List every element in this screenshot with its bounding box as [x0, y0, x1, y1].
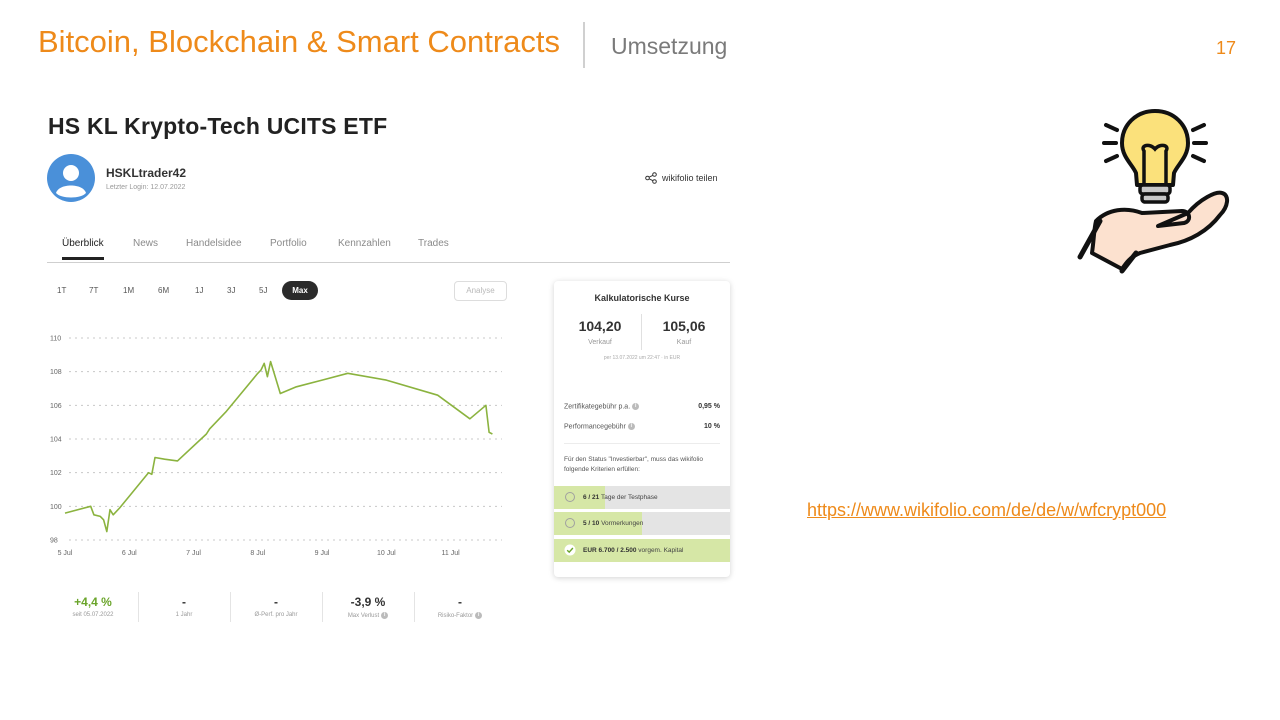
- stat-avg-perf-label: Ø-Perf. pro Jahr: [254, 612, 298, 618]
- share-label: wikifolio teilen: [662, 173, 718, 183]
- y-tick-label: 108: [50, 369, 62, 376]
- criterion-label: EUR 6.700 / 2.500 vorgem. Kapital: [583, 539, 683, 562]
- fee-value-performance: 10 %: [704, 423, 720, 430]
- criterion-reservations: 5 / 10 Vormerkungen: [554, 512, 730, 535]
- price-chart: 98 100 102 104 106 108 110 5 Jul 6 Jul 7 Jul 8 Jul…: [50, 336, 502, 557]
- range-1m[interactable]: 1M: [123, 286, 134, 295]
- trader-name[interactable]: HSKLtrader42: [106, 166, 186, 180]
- y-tick-label: 98: [50, 538, 58, 545]
- tab-kennzahlen[interactable]: Kennzahlen: [338, 238, 391, 249]
- slide-title: Bitcoin, Blockchain & Smart Contracts: [38, 24, 561, 59]
- x-tick-label: 5 Jul: [58, 550, 73, 557]
- tab-bar: Überblick News Handelsidee Portfolio Ken…: [47, 235, 730, 263]
- criterion-capital: EUR 6.700 / 2.500 vorgem. Kapital: [554, 539, 730, 562]
- range-1j[interactable]: 1J: [195, 286, 203, 295]
- buy-label: Kauf: [676, 339, 692, 346]
- active-tab-indicator: [62, 257, 104, 260]
- share-icon: [645, 172, 657, 184]
- card-divider: [564, 443, 720, 444]
- share-button[interactable]: wikifolio teilen: [645, 172, 718, 184]
- tab-trades[interactable]: Trades: [418, 238, 449, 249]
- x-tick-label: 11 Jul: [442, 550, 461, 557]
- slide-subtitle: Umsetzung: [611, 33, 728, 59]
- info-icon[interactable]: i: [381, 612, 389, 619]
- y-tick-label: 106: [50, 403, 62, 410]
- lightbulb-hand-icon: [1077, 109, 1229, 274]
- y-tick-label: 100: [50, 504, 62, 511]
- range-3j[interactable]: 3J: [227, 286, 235, 295]
- x-tick-label: 8 Jul: [250, 550, 265, 557]
- criterion-pending-icon: [565, 518, 575, 528]
- title-divider: [583, 22, 585, 68]
- last-login: Letzter Login: 12.07.2022: [106, 184, 186, 191]
- analyse-button[interactable]: Analyse: [454, 281, 507, 301]
- fee-label-text: Performancegebühr: [564, 423, 626, 431]
- y-tick-label: 102: [50, 470, 62, 477]
- wikifolio-link[interactable]: https://www.wikifolio.com/de/de/w/wfcryp…: [807, 500, 1166, 521]
- range-max[interactable]: Max: [282, 281, 318, 300]
- info-icon[interactable]: i: [632, 403, 640, 410]
- criterion-count: 5 / 10: [583, 520, 600, 527]
- x-tick-label: 7 Jul: [186, 550, 201, 557]
- criterion-count: 6 / 21: [583, 494, 600, 501]
- x-tick-label: 10 Jul: [377, 550, 396, 557]
- stat-avg-perf-value: -: [274, 595, 278, 609]
- fee-value-zertifikat: 0,95 %: [698, 403, 720, 410]
- tab-portfolio[interactable]: Portfolio: [270, 238, 307, 249]
- criterion-count: EUR 6.700 / 2.500: [583, 547, 637, 554]
- sell-price: 104,20: [578, 318, 622, 334]
- range-1t[interactable]: 1T: [57, 286, 66, 295]
- y-tick-label: 104: [50, 437, 62, 444]
- criterion-text: Vormerkungen: [601, 520, 644, 527]
- stat-risk-text: Risiko-Faktor: [437, 613, 474, 620]
- criterion-label: 5 / 10 Vormerkungen: [583, 512, 643, 535]
- range-6m[interactable]: 6M: [158, 286, 169, 295]
- info-icon[interactable]: i: [475, 612, 483, 619]
- info-icon[interactable]: i: [627, 423, 635, 430]
- stat-risk-value: -: [458, 595, 462, 609]
- criterion-label: 6 / 21 Tage der Testphase: [583, 486, 658, 509]
- stat-1year-label: 1 Jahr: [175, 612, 193, 618]
- tab-handelsidee[interactable]: Handelsidee: [186, 238, 242, 249]
- card-title: Kalkulatorische Kurse: [594, 293, 690, 303]
- x-tick-label: 6 Jul: [122, 550, 137, 557]
- stat-performance-label: seit 05.07.2022: [72, 612, 114, 618]
- fee-label-text: Zertifikategebühr p.a.: [564, 403, 631, 411]
- fee-label-performance: Performancegebühr i: [564, 423, 635, 430]
- criterion-text: vorgem. Kapital: [638, 547, 684, 554]
- stat-performance-value: +4,4 %: [74, 595, 112, 609]
- buy-price: 105,06: [662, 318, 706, 334]
- stat-max-loss-value: -3,9 %: [350, 595, 386, 609]
- y-tick-label: 110: [50, 336, 61, 343]
- status-requirements-text: Für den Status "Investierbar", muss das …: [564, 456, 704, 473]
- fee-label-zertifikat: Zertifikategebühr p.a. i: [564, 403, 640, 411]
- criterion-pending-icon: [565, 492, 575, 502]
- stat-risk-label: Risiko-Faktor i: [414, 612, 506, 619]
- stat-max-loss-label: Max Verlust i: [322, 612, 414, 619]
- etf-title: HS KL Krypto-Tech UCITS ETF: [48, 113, 388, 139]
- stat-1year-value: -: [182, 595, 186, 609]
- range-7t[interactable]: 7T: [89, 286, 98, 295]
- page-number: 17: [1215, 38, 1236, 58]
- avatar: [47, 154, 95, 202]
- x-tick-label: 9 Jul: [315, 550, 330, 557]
- range-5j[interactable]: 5J: [259, 286, 267, 295]
- tab-news[interactable]: News: [133, 238, 158, 249]
- criterion-test-phase: 6 / 21 Tage der Testphase: [554, 486, 730, 509]
- price-timestamp: per 13.07.2022 um 22:47 · in EUR: [603, 355, 681, 361]
- checkmark-icon: [564, 544, 576, 556]
- stat-max-loss-text: Max Verlust: [347, 613, 380, 620]
- criterion-text: Tage der Testphase: [600, 494, 658, 501]
- tab-ueberblick[interactable]: Überblick: [62, 238, 104, 249]
- sell-label: Verkauf: [588, 339, 612, 346]
